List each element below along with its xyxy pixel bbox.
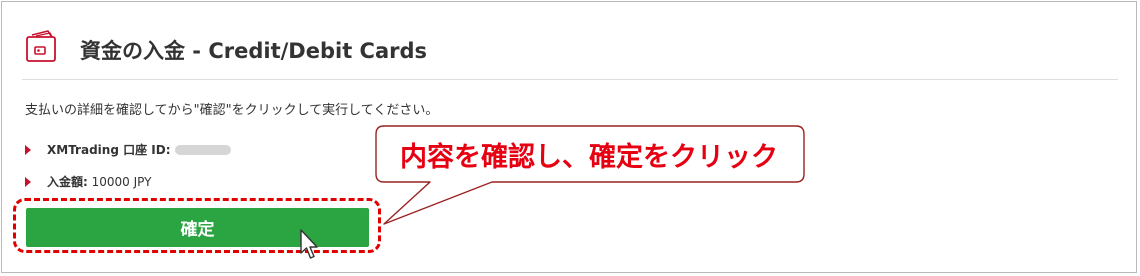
mouse-cursor-icon: [300, 229, 318, 259]
callout-text: 内容を確認し、確定をクリック: [400, 141, 778, 173]
